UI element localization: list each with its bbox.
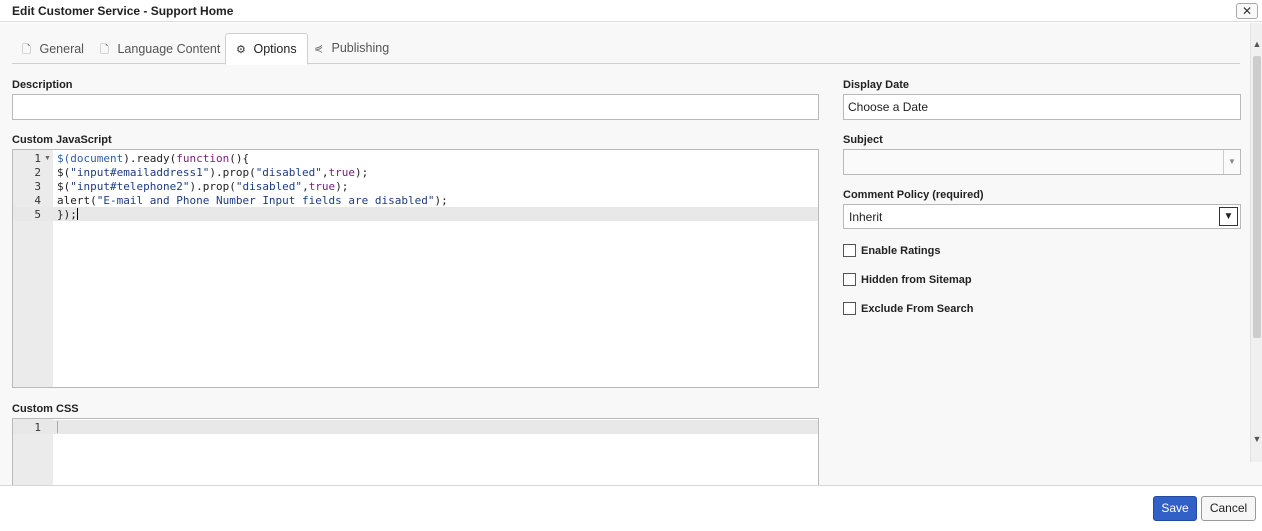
close-button[interactable]: ✕ — [1236, 3, 1258, 19]
checkbox-label: Hidden from Sitemap — [861, 274, 972, 286]
custom-js-label: Custom JavaScript — [12, 134, 112, 146]
close-icon: ✕ — [1241, 4, 1253, 18]
comment-policy-select[interactable]: Inherit ▼ — [843, 204, 1241, 229]
line-number: 3 — [34, 180, 41, 193]
document-icon: 🗋 — [100, 44, 109, 56]
description-label: Description — [12, 79, 73, 91]
code-line: $(document).ready(function(){ — [57, 152, 250, 165]
tab-bar: 🗋 General 🗋 Language Content ⚙ Options ⋞… — [12, 33, 1240, 65]
checkbox-box[interactable] — [843, 302, 856, 315]
fold-arrow-icon[interactable]: ▼ — [44, 155, 51, 162]
tab-label: Publishing — [331, 41, 390, 55]
chevron-down-icon: ▼ — [1223, 150, 1240, 174]
code-line: $("input#emailaddress1").prop("disabled"… — [57, 166, 369, 179]
comment-policy-value: Inherit — [849, 210, 883, 224]
scroll-down-icon[interactable]: ▼ — [1251, 432, 1262, 446]
checkbox-label: Exclude From Search — [861, 303, 974, 315]
line-number: 4 — [34, 194, 41, 207]
active-line-highlight — [13, 420, 818, 434]
code-line: alert("E-mail and Phone Number Input fie… — [57, 194, 448, 207]
dialog-body: 🗋 General 🗋 Language Content ⚙ Options ⋞… — [0, 23, 1262, 485]
subject-label: Subject — [843, 134, 883, 146]
tab-publishing[interactable]: ⋞ Publishing — [304, 33, 399, 64]
dialog-titlebar: Edit Customer Service - Support Home ✕ — [0, 0, 1262, 22]
tab-label: Options — [253, 42, 297, 56]
subject-select[interactable]: ▼ — [843, 149, 1241, 175]
active-line-highlight — [13, 207, 818, 221]
display-date-input[interactable]: Choose a Date — [843, 94, 1241, 120]
tab-general[interactable]: 🗋 General — [12, 33, 94, 64]
document-icon: 🗋 — [22, 44, 31, 56]
checkbox-label: Enable Ratings — [861, 245, 941, 257]
custom-css-editor[interactable]: 1 — [12, 418, 819, 485]
exclude-from-search-checkbox[interactable]: Exclude From Search — [843, 302, 974, 316]
text-cursor — [76, 208, 78, 220]
save-button[interactable]: Save — [1153, 496, 1197, 521]
enable-ratings-checkbox[interactable]: Enable Ratings — [843, 244, 940, 258]
tab-language-content[interactable]: 🗋 Language Content — [90, 33, 230, 64]
line-number: 5 — [34, 208, 41, 221]
text-cursor — [57, 421, 58, 433]
vertical-scrollbar[interactable]: ▲ ▼ — [1250, 23, 1262, 462]
tab-options[interactable]: ⚙ Options — [225, 33, 308, 65]
code-line — [57, 421, 58, 434]
dialog-title: Edit Customer Service - Support Home — [12, 4, 234, 18]
tab-label: General — [39, 42, 84, 56]
scroll-up-icon[interactable]: ▲ — [1251, 37, 1262, 51]
cancel-button[interactable]: Cancel — [1201, 496, 1256, 521]
line-number: 1 — [34, 152, 41, 165]
tab-label: Language Content — [117, 42, 221, 56]
share-icon: ⋞ — [314, 43, 324, 55]
chevron-down-icon: ▼ — [1219, 207, 1238, 226]
display-date-label: Display Date — [843, 79, 910, 91]
code-line: $("input#telephone2").prop("disabled",tr… — [57, 180, 349, 193]
checkbox-box[interactable] — [843, 273, 856, 286]
description-input[interactable] — [12, 94, 819, 120]
checkbox-box[interactable] — [843, 244, 856, 257]
custom-js-editor[interactable]: 1 ▼ $(document).ready(function(){ 2 $("i… — [12, 149, 819, 388]
code-line: }); — [57, 208, 78, 221]
custom-css-label: Custom CSS — [12, 403, 79, 415]
dialog-footer: Save Cancel — [0, 485, 1262, 531]
line-number: 2 — [34, 166, 41, 179]
comment-policy-label: Comment Policy (required) — [843, 189, 984, 201]
scrollbar-thumb[interactable] — [1253, 56, 1261, 338]
gear-icon: ⚙ — [236, 44, 246, 56]
line-number: 1 — [34, 421, 41, 434]
hidden-from-sitemap-checkbox[interactable]: Hidden from Sitemap — [843, 273, 972, 287]
